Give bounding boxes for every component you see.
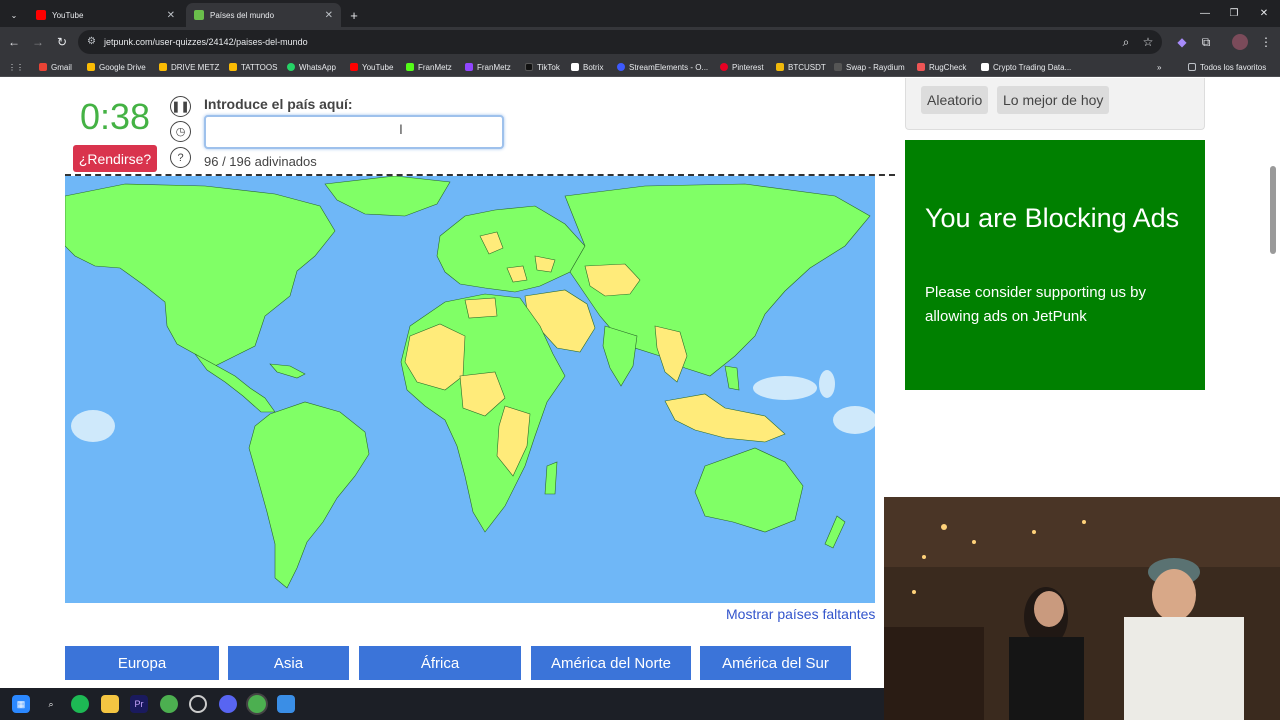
progress-counter: 96 / 196 adivinados	[204, 154, 317, 169]
region-button-asia[interactable]: Asia	[228, 646, 349, 680]
forward-icon[interactable]: →	[30, 34, 46, 50]
jetpunk-icon	[194, 10, 204, 20]
caribbean	[269, 363, 306, 379]
help-icon[interactable]: ?	[170, 147, 191, 168]
extensions-puzzle-icon[interactable]: ⧉	[1198, 34, 1214, 50]
adblock-title: You are Blocking Ads	[925, 203, 1180, 233]
show-missing-link[interactable]: Mostrar países faltantes	[726, 606, 875, 622]
zoom-icon[interactable]: ⌕	[1118, 34, 1134, 50]
tab-paises-del-mundo[interactable]: Países del mundo ✕	[186, 3, 341, 27]
premiere-icon[interactable]: Pr	[130, 695, 148, 713]
discord-icon[interactable]	[219, 695, 237, 713]
pause-icon[interactable]: ❚❚	[170, 96, 191, 117]
bookmark-streamelements[interactable]: StreamElements - O...	[617, 60, 708, 74]
maritime-asia-unguessed	[664, 393, 786, 443]
region-button-america-del-norte[interactable]: América del Norte	[531, 646, 691, 680]
webcam-overlay	[884, 497, 1280, 720]
answer-prompt: Introduce el país aquí:	[204, 96, 353, 112]
bookmark-drive-metz[interactable]: DRIVE METZ	[159, 60, 219, 74]
close-window-icon[interactable]: ✕	[1248, 0, 1280, 27]
greenland	[324, 176, 451, 217]
back-icon[interactable]: ←	[6, 34, 22, 50]
address-bar[interactable]: ⚙ jetpunk.com/user-quizzes/24142/paises-…	[78, 30, 1162, 54]
reload-icon[interactable]: ↻	[54, 34, 70, 50]
bookmark-star-icon[interactable]: ☆	[1140, 34, 1156, 50]
pacific-highlight	[833, 406, 875, 434]
clock-icon[interactable]: ◷	[170, 121, 191, 142]
obs-icon[interactable]	[189, 695, 207, 713]
bookmark-tiktok[interactable]: TikTok	[525, 60, 560, 74]
south-america	[248, 401, 370, 589]
new-zealand	[824, 515, 846, 549]
spotify-icon[interactable]	[71, 695, 89, 713]
bookmark-rugcheck[interactable]: RugCheck	[917, 60, 966, 74]
new-tab-button[interactable]: +	[342, 3, 366, 27]
close-tab-icon[interactable]: ✕	[167, 10, 175, 21]
best-today-button[interactable]: Lo mejor de hoy	[997, 86, 1110, 114]
pacific-highlight	[819, 370, 835, 398]
apps-grid-icon[interactable]: ⋮⋮	[8, 60, 24, 74]
webcam-image	[884, 497, 1280, 720]
site-info-icon[interactable]: ⚙	[87, 36, 96, 47]
bookmark-raydium[interactable]: Swap - Raydium	[834, 60, 905, 74]
adblock-notice: You are Blocking Ads Please consider sup…	[905, 140, 1205, 390]
youtube-icon	[36, 10, 46, 20]
region-button-europa[interactable]: Europa	[65, 646, 219, 680]
bookmark-botrix[interactable]: Botrix	[571, 60, 603, 74]
adblock-message: Please consider supporting us by allowin…	[925, 284, 1146, 325]
europe	[436, 205, 586, 293]
central-america	[194, 353, 276, 413]
region-button-america-del-sur[interactable]: América del Sur	[700, 646, 851, 680]
africa-unguessed-north	[464, 297, 498, 319]
tab-search-button[interactable]: ⌄	[0, 3, 28, 27]
australia	[694, 447, 804, 533]
philippines	[724, 365, 740, 391]
world-map-svg	[65, 176, 875, 589]
bookmark-youtube[interactable]: YouTube	[350, 60, 393, 74]
chevron-down-icon: ⌄	[10, 10, 18, 20]
madagascar	[544, 461, 558, 495]
north-america	[65, 183, 336, 367]
india	[602, 325, 638, 387]
extension-icon[interactable]: ◆	[1174, 34, 1190, 50]
bookmark-tattoos[interactable]: TATTOOS	[229, 60, 277, 74]
tab-youtube[interactable]: YouTube ✕	[28, 3, 183, 27]
quiz-timer: 0:38	[80, 96, 151, 137]
chrome-active-icon[interactable]	[248, 695, 266, 713]
text-cursor-icon: I	[399, 121, 403, 137]
minimize-icon[interactable]: —	[1189, 0, 1221, 27]
all-bookmarks-folder[interactable]: Todos los favoritos	[1188, 60, 1266, 74]
random-button[interactable]: Aleatorio	[921, 86, 989, 114]
bookmark-crypto-trading-data[interactable]: Crypto Trading Data...	[981, 60, 1071, 74]
bookmark-franmetz-kick[interactable]: FranMetz	[406, 60, 452, 74]
bookmark-franmetz-twitch[interactable]: FranMetz	[465, 60, 511, 74]
region-button-africa[interactable]: África	[359, 646, 521, 680]
country-answer-input[interactable]: I	[204, 115, 504, 149]
profile-avatar[interactable]	[1232, 34, 1248, 50]
windows-taskbar: ▦ ⌕ Pr	[0, 688, 884, 720]
bookmark-whatsapp[interactable]: WhatsApp	[287, 60, 336, 74]
browser-tab-strip: ⌄ YouTube ✕ Países del mundo ✕ + — ❐ ✕	[0, 0, 1280, 27]
browser-toolbar: ← → ↻ ⚙ jetpunk.com/user-quizzes/24142/p…	[0, 27, 1280, 57]
restore-icon[interactable]: ❐	[1218, 0, 1250, 27]
bookmark-gmail[interactable]: Gmail	[39, 60, 72, 74]
search-icon[interactable]: ⌕	[42, 695, 60, 713]
pacific-highlight	[753, 376, 817, 400]
bookmark-google-drive[interactable]: Google Drive	[87, 60, 146, 74]
close-tab-icon[interactable]: ✕	[325, 10, 333, 21]
chrome-icon[interactable]	[160, 695, 178, 713]
bookmark-btcusdt[interactable]: BTCUSDT	[776, 60, 826, 74]
bookmarks-bar: ⋮⋮ Gmail Google Drive DRIVE METZ TATTOOS…	[0, 57, 1280, 77]
give-up-button[interactable]: ¿Rendirse?	[73, 145, 157, 172]
quiz-sort-box: Aleatorio Lo mejor de hoy	[905, 78, 1205, 130]
bookmark-pinterest[interactable]: Pinterest	[720, 60, 764, 74]
bookmarks-overflow-icon[interactable]: »	[1157, 60, 1161, 74]
file-explorer-icon[interactable]	[101, 695, 119, 713]
menu-kebab-icon[interactable]: ⋮	[1258, 34, 1274, 50]
app-icon[interactable]	[277, 695, 295, 713]
windows-start-icon[interactable]: ▦	[12, 695, 30, 713]
pacific-highlight	[71, 410, 115, 442]
page-scrollbar[interactable]	[1270, 166, 1276, 254]
world-map[interactable]	[65, 176, 875, 603]
